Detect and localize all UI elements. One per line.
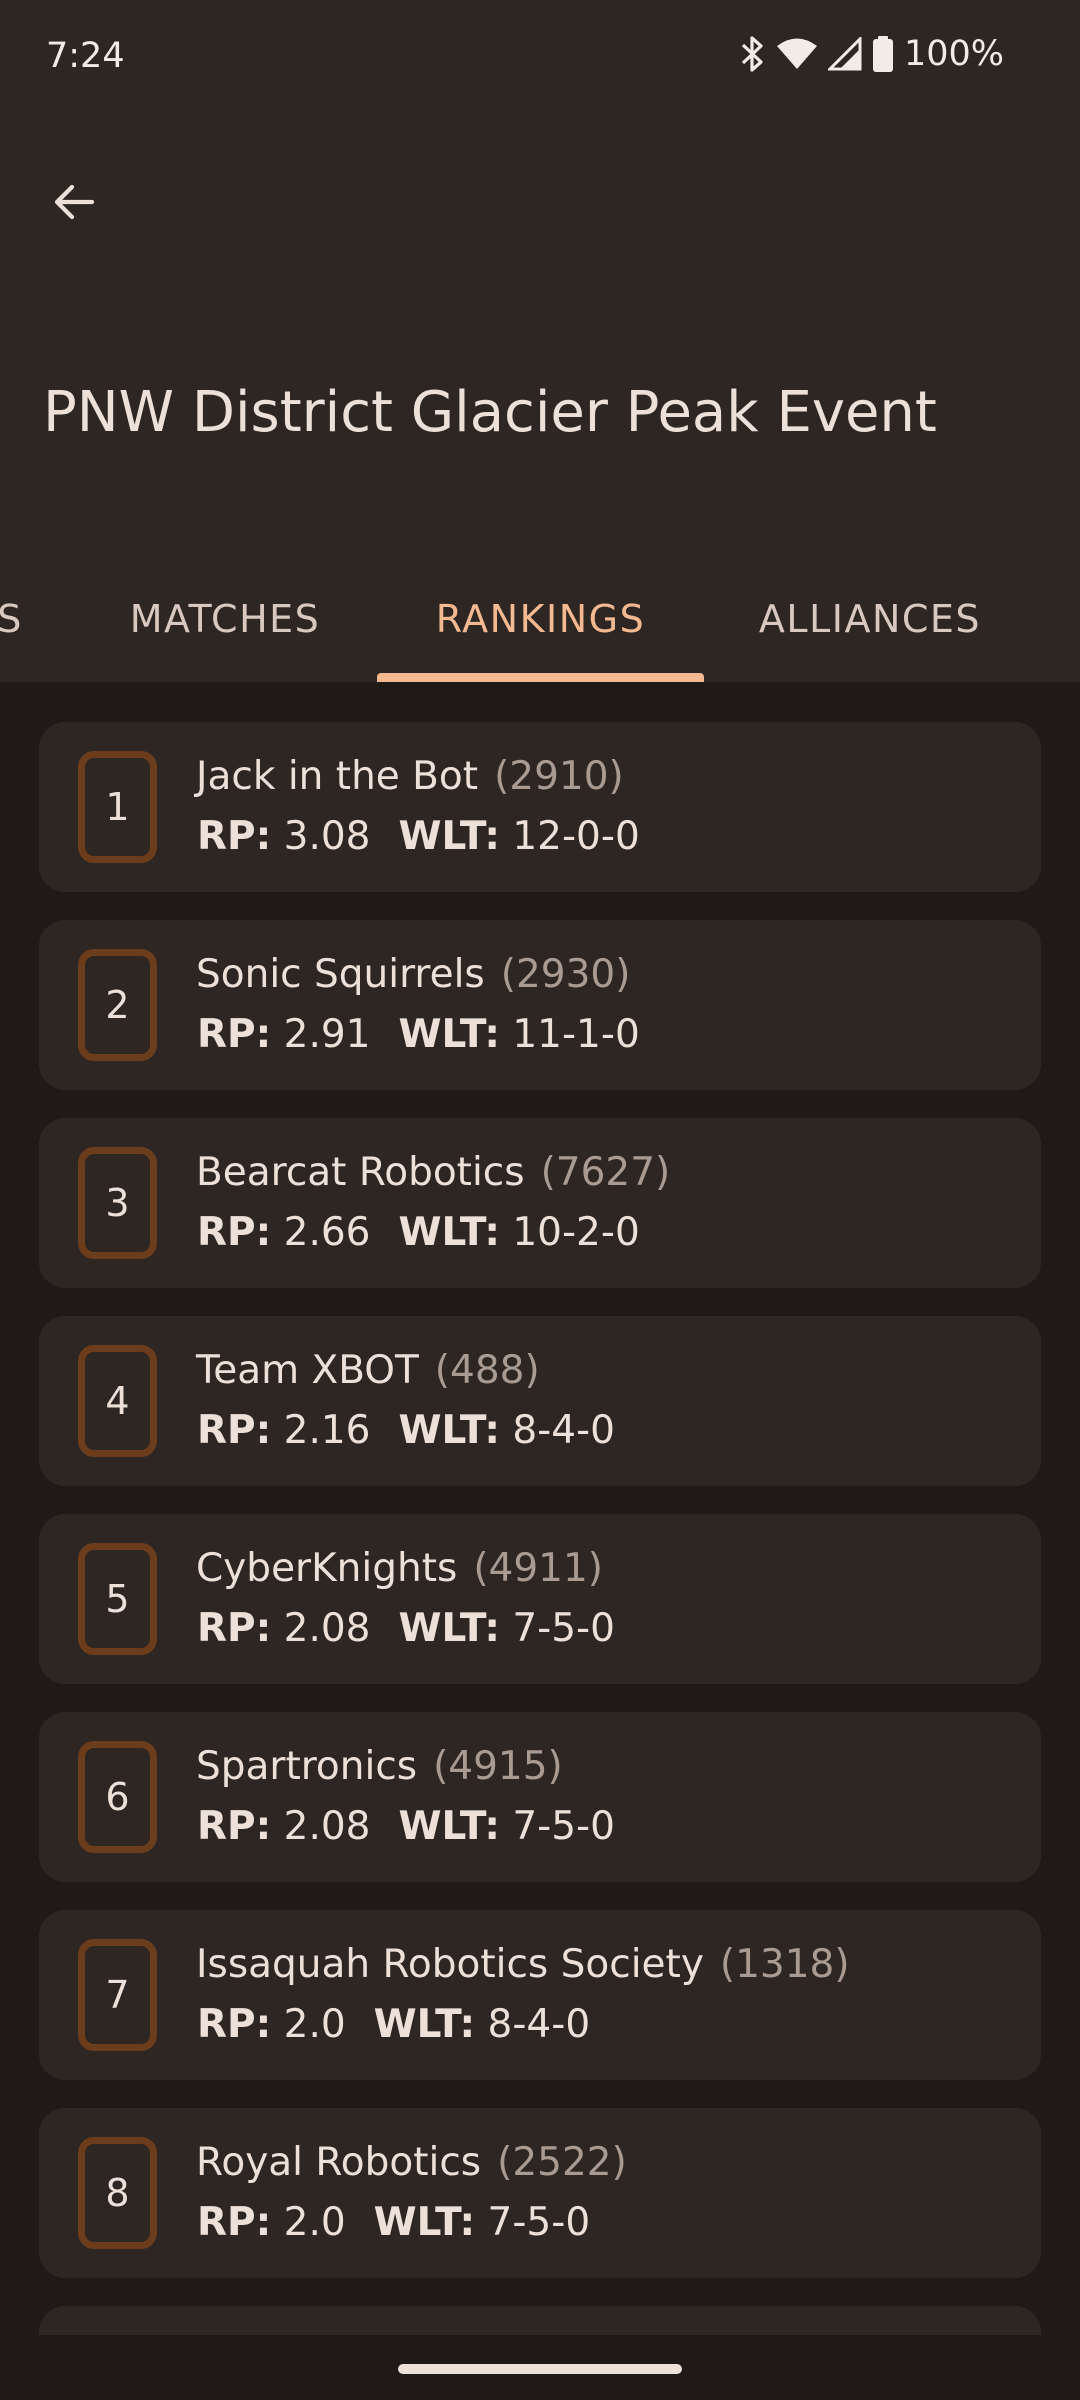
ranking-card[interactable]: 7 Issaquah Robotics Society (1318) RP: 2.… [39,1910,1041,2080]
wlt-value: 12-0-0 [512,814,640,859]
rp-value: 3.08 [283,814,371,859]
team-name: Spartronics [196,1744,418,1789]
rank-badge: 8 [78,2137,157,2249]
rp-label: RP: [197,1408,272,1453]
tab-rankings[interactable]: RANKINGS [377,555,704,682]
team-name: CyberKnights [196,1546,458,1591]
ranking-card[interactable]: 5 CyberKnights (4911) RP: 2.08 WLT: 7-5-0 [39,1514,1041,1684]
wlt-label: WLT: [373,2200,476,2245]
rp-value: 2.91 [283,1012,371,1057]
ranking-card[interactable]: 3 Bearcat Robotics (7627) RP: 2.66 WLT: 10… [39,1118,1041,1288]
rp-label: RP: [197,2200,272,2245]
rp-value: 2.16 [283,1408,371,1453]
team-number: (488) [434,1348,540,1393]
team-name: Team XBOT [196,1348,419,1393]
team-number: (2910) [494,754,624,799]
rp-value: 2.08 [283,1804,371,1849]
team-name: Royal Robotics [196,2140,482,2185]
cellular-signal-icon [827,37,862,71]
wlt-label: WLT: [398,1210,500,1255]
wlt-value: 7-5-0 [512,1606,615,1651]
team-name: Jack in the Bot [196,754,479,799]
team-number: (2930) [500,952,631,997]
wlt-label: WLT: [373,2002,476,2047]
team-number: (2522) [497,2140,627,2185]
wlt-value: 8-4-0 [512,1408,615,1453]
status-icons: 100% [740,34,1004,74]
ranking-card[interactable]: 1 Jack in the Bot (2910) RP: 3.08 WLT: 12-… [39,722,1041,892]
ranking-card[interactable]: 4 Team XBOT (488) RP: 2.16 WLT: 8-4-0 [39,1316,1041,1486]
rank-badge: 1 [78,751,157,863]
wifi-icon [776,37,818,71]
team-number: (4911) [473,1546,603,1591]
home-indicator[interactable] [398,2364,682,2374]
ranking-card[interactable]: 2 Sonic Squirrels (2930) RP: 2.91 WLT: 11-… [39,920,1041,1090]
ranking-card[interactable]: 8 Royal Robotics (2522) RP: 2.0 WLT: 7-5-0 [39,2108,1041,2278]
wlt-label: WLT: [398,814,500,859]
team-number: (7627) [540,1150,671,1195]
rank-badge: 5 [78,1543,157,1655]
rank-badge: 4 [78,1345,157,1457]
rp-label: RP: [197,814,272,859]
rp-label: RP: [197,1012,272,1057]
team-name: Bearcat Robotics [196,1150,525,1195]
back-button[interactable] [30,158,118,246]
status-time: 7:24 [46,36,125,76]
top-app-bar: 7:24 100% PNW District Glacier Peak Even… [0,0,1080,682]
team-name: Issaquah Robotics Society [196,1942,704,1987]
ranking-card-partial[interactable] [39,2306,1041,2335]
rp-value: 2.0 [283,2200,346,2245]
wlt-value: 7-5-0 [487,2200,591,2245]
team-number: (1318) [719,1942,850,1987]
tab-alliances[interactable]: ALLIANCES [740,555,1000,682]
rankings-list[interactable]: 1 Jack in the Bot (2910) RP: 3.08 WLT: 12-… [0,682,1080,2335]
tab-matches[interactable]: MATCHES [115,555,335,682]
rank-badge: 3 [78,1147,157,1259]
ranking-card[interactable]: 6 Spartronics (4915) RP: 2.08 WLT: 7-5-0 [39,1712,1041,1882]
rp-value: 2.66 [283,1210,371,1255]
rp-label: RP: [197,1606,272,1651]
rp-label: RP: [197,2002,272,2047]
rank-badge: 7 [78,1939,157,2051]
rank-badge: 6 [78,1741,157,1853]
tab-info[interactable]: S [0,555,30,682]
wlt-label: WLT: [398,1804,500,1849]
wlt-value: 10-2-0 [512,1210,640,1255]
team-number: (4915) [433,1744,563,1789]
page-title: PNW District Glacier Peak Event [43,380,937,445]
bluetooth-icon [740,35,766,73]
tab-indicator [377,673,704,682]
wlt-label: WLT: [398,1408,500,1453]
rp-label: RP: [197,1804,272,1849]
rank-badge: 2 [78,949,157,1061]
battery-icon [872,35,894,73]
wlt-value: 7-5-0 [512,1804,615,1849]
team-name: Sonic Squirrels [196,952,485,997]
arrow-back-icon [54,184,95,220]
rp-value: 2.0 [283,2002,346,2047]
wlt-label: WLT: [398,1012,500,1057]
wlt-value: 8-4-0 [487,2002,591,2047]
wlt-label: WLT: [398,1606,500,1651]
wlt-value: 11-1-0 [512,1012,640,1057]
rp-label: RP: [197,1210,272,1255]
tab-row: S MATCHES RANKINGS ALLIANCES [0,555,1080,682]
rp-value: 2.08 [283,1606,371,1651]
battery-percent: 100% [903,34,1004,74]
